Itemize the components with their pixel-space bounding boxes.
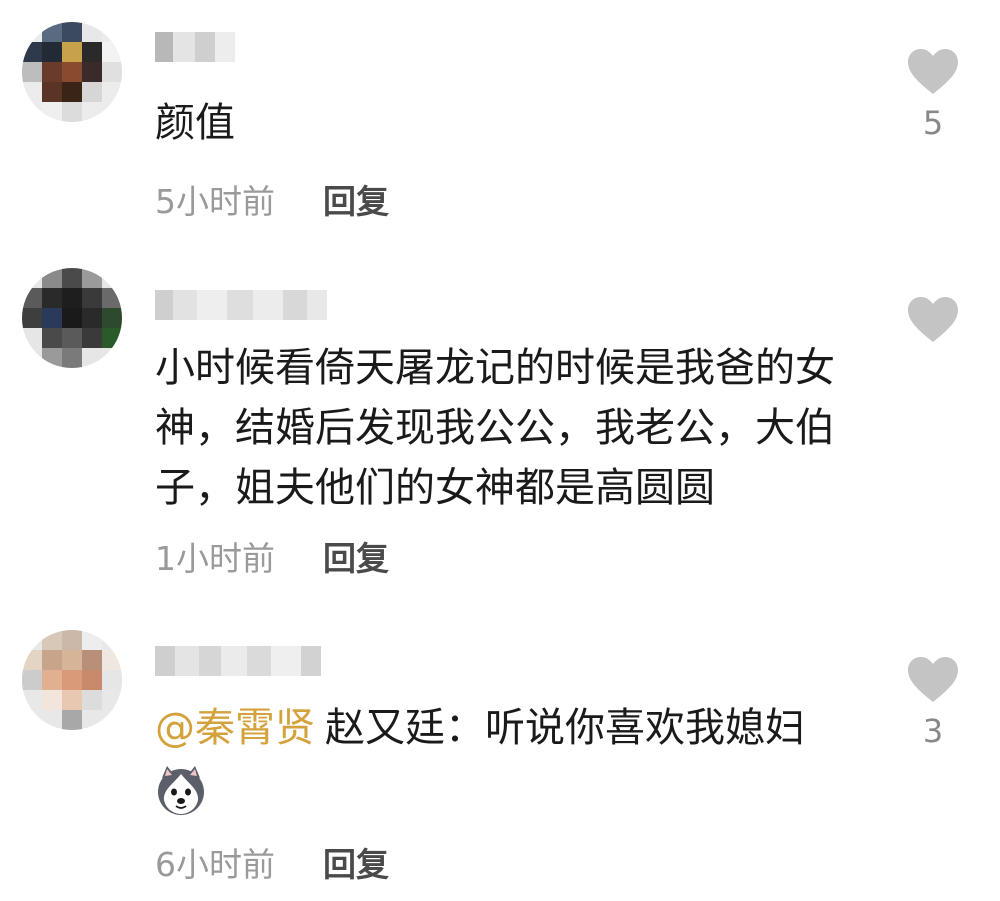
username-blurred[interactable] [155,644,321,678]
timestamp: 5小时前 [155,182,275,221]
comment-meta: 5小时前 回复 [155,175,389,223]
comment-text: 颜值 [155,100,235,146]
comment-text: @秦霄贤 赵又廷：听说你喜欢我媳妇 [155,698,855,818]
username-blurred[interactable] [155,288,327,322]
timestamp: 6小时前 [155,845,275,884]
comment-item: @秦霄贤 赵又廷：听说你喜欢我媳妇 6小时前 回复 3 [0,610,1000,901]
comment-item: 颜值 5小时前 回复 5 [0,0,1000,240]
comment-body: 赵又廷：听说你喜欢我媳妇 [325,705,805,751]
comment-meta: 6小时前 回复 [155,838,389,886]
avatar[interactable] [22,268,122,368]
heart-icon [908,657,958,702]
like-button[interactable] [905,296,961,352]
like-count: 3 [922,712,944,750]
reply-button[interactable]: 回复 [323,532,389,580]
heart-icon [908,297,958,342]
comment-meta: 1小时前 回复 [155,532,389,580]
husky-dog-emoji [155,764,207,816]
like-count: 5 [922,104,944,142]
comment-text: 小时候看倚天屠龙记的时候是我爸的女神，结婚后发现我公公，我老公，大伯子，姐夫他们… [155,345,835,511]
like-button[interactable]: 3 [905,656,961,750]
username-blurred[interactable] [155,30,235,64]
reply-button[interactable]: 回复 [323,838,389,886]
heart-icon [908,49,958,94]
avatar[interactable] [22,22,122,122]
like-button[interactable]: 5 [905,48,961,142]
avatar[interactable] [22,630,122,730]
reply-button[interactable]: 回复 [323,175,389,223]
timestamp: 1小时前 [155,539,275,578]
comment-item: 小时候看倚天屠龙记的时候是我爸的女神，结婚后发现我公公，我老公，大伯子，姐夫他们… [0,240,1000,610]
user-mention-link[interactable]: @秦霄贤 [155,705,315,751]
